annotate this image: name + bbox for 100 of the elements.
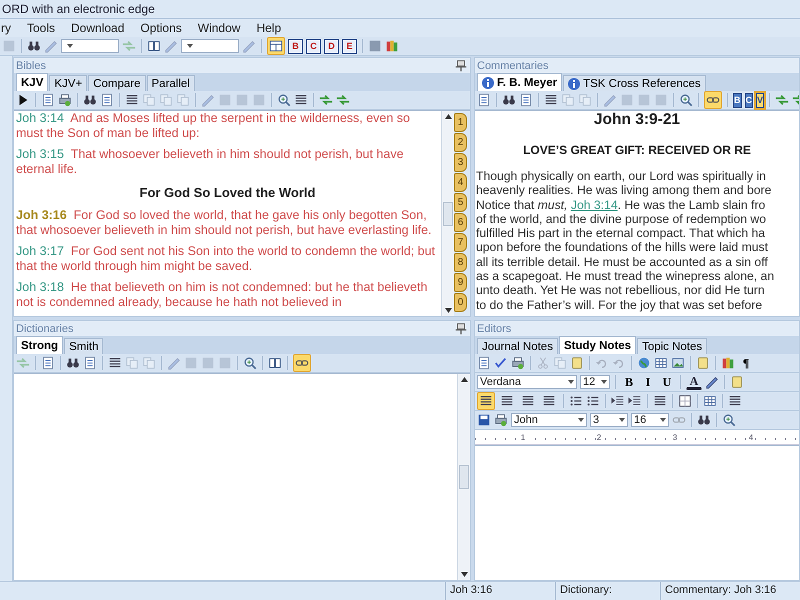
font-combo[interactable]: Verdana — [477, 375, 577, 389]
indent-icon[interactable] — [611, 394, 625, 408]
text-lines-icon[interactable] — [125, 93, 139, 107]
spell-icon[interactable] — [494, 356, 508, 370]
text-lines-icon[interactable] — [108, 356, 122, 370]
search-icon[interactable] — [83, 93, 97, 107]
bullets-icon[interactable] — [569, 394, 583, 408]
dropdown-arrow-icon[interactable] — [660, 418, 666, 422]
letter-button[interactable]: D — [324, 38, 339, 54]
bullets-icon[interactable] — [586, 394, 600, 408]
search-icon[interactable] — [502, 93, 516, 107]
document-icon[interactable] — [41, 93, 55, 107]
zoom-in-icon[interactable] — [679, 93, 693, 107]
scroll-thumb[interactable] — [459, 465, 469, 489]
scroll-up-icon[interactable] — [444, 114, 452, 119]
text-lines-icon[interactable] — [294, 93, 308, 107]
scroll-up-icon[interactable] — [460, 377, 468, 382]
tab[interactable]: Study Notes — [558, 336, 636, 354]
dropdown-arrow-icon[interactable] — [578, 418, 584, 422]
search-icon[interactable] — [66, 356, 80, 370]
books-icon[interactable] — [721, 356, 735, 370]
tab[interactable]: KJV+ — [49, 75, 88, 91]
text-lines-icon[interactable] — [544, 93, 558, 107]
verse-combo[interactable]: 16 — [631, 413, 669, 427]
size-combo[interactable]: 12 — [580, 375, 610, 389]
tab[interactable]: Compare — [88, 75, 146, 91]
picture-icon[interactable] — [671, 356, 685, 370]
dropdown-arrow-icon[interactable] — [67, 44, 73, 48]
pin-icon[interactable] — [454, 322, 468, 336]
globe-icon[interactable] — [637, 356, 651, 370]
pilcrow-button[interactable]: ¶ — [738, 355, 754, 371]
bookmark-tab[interactable]: 5 — [454, 193, 467, 212]
pin-icon[interactable] — [454, 58, 468, 72]
arrows-icon[interactable] — [336, 93, 350, 107]
book-icon[interactable] — [268, 356, 282, 370]
printer-icon[interactable] — [494, 413, 508, 427]
border-icon[interactable] — [678, 394, 692, 408]
dropdown-arrow-icon[interactable] — [187, 44, 193, 48]
zoom-in-icon[interactable] — [243, 356, 257, 370]
letter-button[interactable]: B — [733, 92, 742, 108]
book-icon[interactable] — [147, 39, 161, 53]
dropdown-arrow-icon[interactable] — [601, 380, 607, 384]
bookmark-tab[interactable]: 8 — [454, 253, 467, 272]
dropdown-arrow-icon[interactable] — [619, 418, 625, 422]
text-lines-icon[interactable] — [653, 394, 667, 408]
chapter-combo[interactable]: 3 — [590, 413, 628, 427]
zoom-in-icon[interactable] — [722, 413, 736, 427]
bookmark-tab[interactable]: 1 — [454, 113, 467, 132]
bookmark-tab[interactable]: 7 — [454, 233, 467, 252]
text-lines-icon[interactable] — [728, 394, 742, 408]
letter-button[interactable]: B — [288, 38, 303, 54]
tab[interactable]: Parallel — [146, 75, 195, 91]
document-icon[interactable] — [477, 356, 491, 370]
scroll-down-icon[interactable] — [460, 572, 468, 577]
note-icon[interactable] — [570, 356, 584, 370]
tab[interactable]: F. B. Meyer — [477, 73, 562, 91]
menu-item[interactable]: Download — [70, 21, 126, 35]
letter-button[interactable]: C — [306, 38, 321, 54]
note-icon[interactable] — [730, 375, 744, 389]
menu-item[interactable]: ry — [0, 21, 12, 35]
document-icon[interactable] — [41, 356, 55, 370]
tab[interactable]: Strong — [16, 336, 64, 354]
bookmark-tab[interactable]: 0 — [454, 293, 467, 312]
tab[interactable]: TSK Cross References — [563, 75, 706, 91]
books-icon[interactable] — [385, 39, 399, 53]
format-button[interactable]: U — [659, 374, 675, 390]
tab[interactable]: Journal Notes — [477, 338, 558, 354]
document-icon[interactable] — [100, 93, 114, 107]
dropdown-arrow-icon[interactable] — [568, 380, 574, 384]
format-button[interactable]: B — [621, 374, 637, 390]
tab[interactable]: Topic Notes — [637, 338, 708, 354]
tab[interactable]: Smith — [64, 338, 104, 354]
document-icon[interactable] — [477, 93, 491, 107]
letter-button[interactable]: V — [756, 92, 764, 108]
table-icon[interactable] — [654, 356, 668, 370]
save-icon[interactable] — [477, 413, 491, 427]
tab[interactable]: KJV — [16, 73, 48, 91]
pencil-icon[interactable] — [705, 375, 719, 389]
bookmark-tab[interactable]: 3 — [454, 153, 467, 172]
bookmark-tab[interactable]: 9 — [454, 273, 467, 292]
zoom-in-icon[interactable] — [277, 93, 291, 107]
arrows-icon[interactable] — [775, 93, 790, 107]
table-icon[interactable] — [703, 394, 717, 408]
search-icon[interactable] — [697, 413, 711, 427]
bookmark-tab[interactable]: 6 — [454, 213, 467, 232]
document-icon[interactable] — [519, 93, 533, 107]
scrollbar[interactable] — [457, 374, 470, 580]
note-icon[interactable] — [696, 356, 710, 370]
menu-item[interactable]: Tools — [26, 21, 56, 35]
printer-icon[interactable] — [511, 356, 525, 370]
book-combo[interactable]: John — [511, 413, 587, 427]
scroll-down-icon[interactable] — [444, 308, 452, 313]
bookmark-tab[interactable]: 4 — [454, 173, 467, 192]
menu-item[interactable]: Options — [139, 21, 183, 35]
format-button[interactable]: I — [640, 374, 656, 390]
scroll-thumb[interactable] — [443, 202, 453, 226]
printer-icon[interactable] — [58, 93, 72, 107]
search-icon[interactable] — [27, 39, 41, 53]
letter-button[interactable]: C — [744, 92, 753, 108]
menu-item[interactable]: Help — [255, 21, 282, 35]
